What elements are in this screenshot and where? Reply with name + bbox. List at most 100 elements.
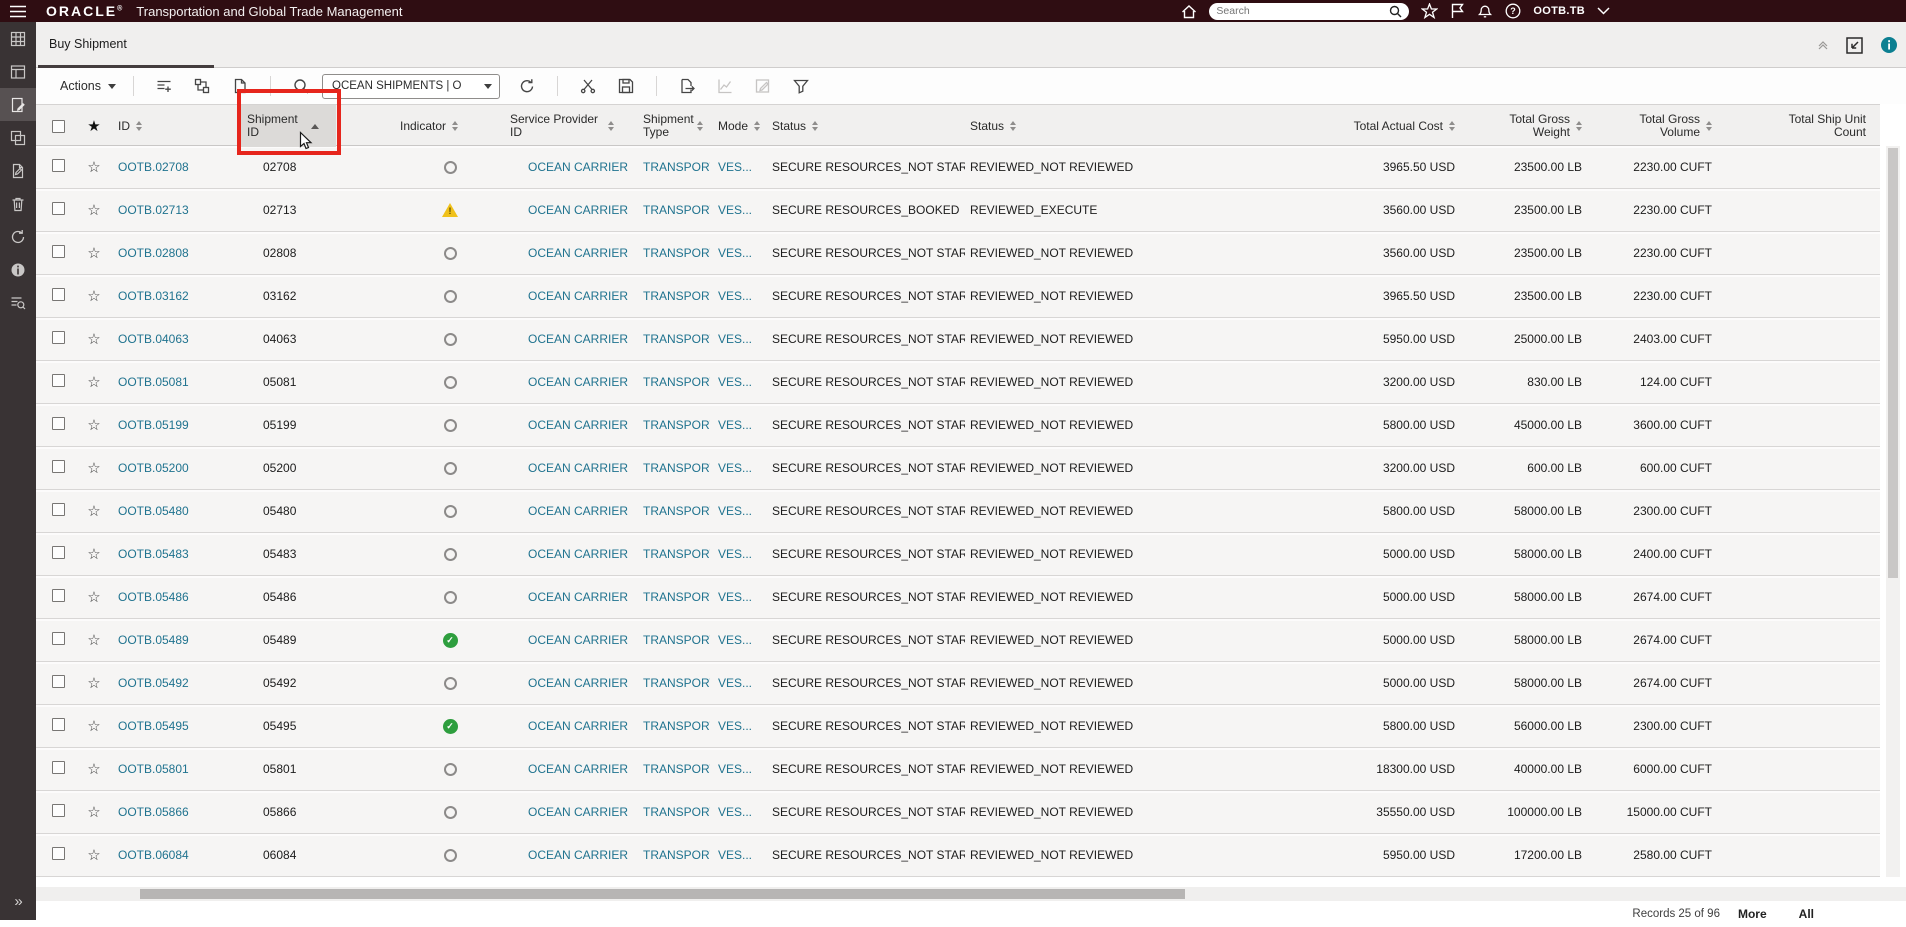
header-indicator[interactable]: Indicator: [395, 119, 505, 133]
header-total-gross-weight[interactable]: Total Gross Weight: [1460, 113, 1590, 139]
help-icon[interactable]: ?: [1505, 3, 1521, 19]
refresh-icon[interactable]: [514, 73, 540, 99]
row-checkbox[interactable]: [52, 847, 65, 860]
row-favorite-star-icon[interactable]: ☆: [87, 332, 100, 347]
shipment-type-link[interactable]: TRANSPORT: [643, 289, 710, 303]
indicator-icon[interactable]: [443, 848, 457, 862]
shipment-type-link[interactable]: TRANSPORT: [643, 418, 710, 432]
shipment-id-link[interactable]: OOTB.05199: [118, 418, 189, 432]
shipment-id-link[interactable]: OOTB.05200: [118, 461, 189, 475]
header-shipment-id[interactable]: Shipment ID: [240, 105, 395, 147]
row-favorite-star-icon[interactable]: ☆: [87, 203, 100, 218]
shipment-id-link[interactable]: OOTB.02808: [118, 246, 189, 260]
sidebar-item-shipment-manager[interactable]: [0, 88, 36, 121]
header-mode[interactable]: Mode: [710, 119, 768, 133]
row-favorite-star-icon[interactable]: ☆: [87, 289, 100, 304]
vertical-scrollbar[interactable]: [1886, 146, 1900, 877]
indicator-icon[interactable]: [443, 805, 457, 819]
mode-link[interactable]: VES...: [718, 332, 752, 346]
shipment-id-link[interactable]: OOTB.05480: [118, 504, 189, 518]
indicator-icon[interactable]: !: [442, 203, 458, 217]
indicator-icon[interactable]: [443, 332, 457, 346]
shipment-type-link[interactable]: TRANSPORT: [643, 332, 710, 346]
list-add-icon[interactable]: [151, 73, 177, 99]
shipment-type-link[interactable]: TRANSPORT: [643, 762, 710, 776]
shipment-type-link[interactable]: TRANSPORT: [643, 375, 710, 389]
header-service-provider-id[interactable]: Service Provider ID: [505, 113, 635, 139]
mode-link[interactable]: VES...: [718, 676, 752, 690]
horizontal-scrollbar-thumb[interactable]: [140, 889, 1185, 899]
page-icon[interactable]: [227, 73, 253, 99]
sidebar-item-list-search[interactable]: [0, 286, 36, 319]
workflow-icon[interactable]: [189, 73, 215, 99]
row-checkbox[interactable]: [52, 245, 65, 258]
shipment-id-link[interactable]: OOTB.04063: [118, 332, 189, 346]
row-checkbox[interactable]: [52, 632, 65, 645]
sidebar-item-delete[interactable]: [0, 187, 36, 220]
row-favorite-star-icon[interactable]: ☆: [87, 547, 100, 562]
header-total-actual-cost[interactable]: Total Actual Cost: [1300, 119, 1460, 133]
vertical-scrollbar-thumb[interactable]: [1888, 148, 1898, 578]
indicator-icon[interactable]: [443, 547, 457, 561]
shipment-type-link[interactable]: TRANSPORT: [643, 848, 710, 862]
shipment-id-link[interactable]: OOTB.05801: [118, 762, 189, 776]
mode-link[interactable]: VES...: [718, 805, 752, 819]
row-checkbox[interactable]: [52, 589, 65, 602]
row-favorite-star-icon[interactable]: ☆: [87, 590, 100, 605]
info-icon[interactable]: [1880, 36, 1898, 54]
sidebar-expand-button[interactable]: »: [0, 893, 36, 910]
service-provider-link[interactable]: OCEAN CARRIER: [528, 246, 628, 260]
row-checkbox[interactable]: [52, 288, 65, 301]
collapse-icon[interactable]: [1817, 40, 1829, 50]
sidebar-item-new-document[interactable]: [0, 154, 36, 187]
hamburger-icon[interactable]: [0, 5, 36, 18]
service-provider-link[interactable]: OCEAN CARRIER: [528, 332, 628, 346]
sidebar-item-refresh[interactable]: [0, 220, 36, 253]
service-provider-link[interactable]: OCEAN CARRIER: [528, 676, 628, 690]
row-checkbox[interactable]: [52, 503, 65, 516]
indicator-icon[interactable]: ✓: [442, 632, 458, 648]
shipment-type-link[interactable]: TRANSPORT: [643, 633, 710, 647]
mode-link[interactable]: VES...: [718, 633, 752, 647]
shipment-type-link[interactable]: TRANSPORT: [643, 590, 710, 604]
header-status-2[interactable]: Status: [965, 119, 1300, 133]
row-favorite-star-icon[interactable]: ☆: [87, 160, 100, 175]
service-provider-link[interactable]: OCEAN CARRIER: [528, 203, 628, 217]
shipment-type-link[interactable]: TRANSPORT: [643, 805, 710, 819]
header-id[interactable]: ID: [110, 119, 240, 133]
dock-edit-icon[interactable]: [1845, 36, 1864, 55]
service-provider-link[interactable]: OCEAN CARRIER: [528, 375, 628, 389]
select-all-checkbox[interactable]: [52, 119, 65, 133]
favorites-star-icon[interactable]: [1421, 3, 1439, 19]
sidebar-item-info[interactable]: [0, 253, 36, 286]
home-icon[interactable]: [1181, 4, 1197, 19]
row-checkbox[interactable]: [52, 718, 65, 731]
mode-link[interactable]: VES...: [718, 160, 752, 174]
mode-link[interactable]: VES...: [718, 719, 752, 733]
mode-link[interactable]: VES...: [718, 762, 752, 776]
indicator-icon[interactable]: [443, 375, 457, 389]
row-favorite-star-icon[interactable]: ☆: [87, 676, 100, 691]
row-checkbox[interactable]: [52, 374, 65, 387]
shipment-type-link[interactable]: TRANSPORT: [643, 547, 710, 561]
shipment-type-link[interactable]: TRANSPORT: [643, 504, 710, 518]
row-checkbox[interactable]: [52, 331, 65, 344]
notifications-bell-icon[interactable]: [1477, 3, 1493, 19]
search-icon[interactable]: [288, 73, 314, 99]
search-icon[interactable]: [1389, 5, 1402, 18]
flag-icon[interactable]: [1450, 3, 1465, 19]
row-checkbox[interactable]: [52, 804, 65, 817]
user-label[interactable]: OOTB.TB: [1533, 5, 1585, 17]
indicator-icon[interactable]: [443, 762, 457, 776]
sidebar-item-workbench[interactable]: [0, 55, 36, 88]
shipment-id-link[interactable]: OOTB.05495: [118, 719, 189, 733]
mode-link[interactable]: VES...: [718, 848, 752, 862]
mode-link[interactable]: VES...: [718, 461, 752, 475]
export-icon[interactable]: [674, 73, 700, 99]
row-checkbox[interactable]: [52, 675, 65, 688]
more-button[interactable]: More: [1738, 907, 1767, 921]
row-favorite-star-icon[interactable]: ☆: [87, 633, 100, 648]
filter-icon[interactable]: [788, 73, 814, 99]
shipment-id-link[interactable]: OOTB.05483: [118, 547, 189, 561]
service-provider-link[interactable]: OCEAN CARRIER: [528, 762, 628, 776]
